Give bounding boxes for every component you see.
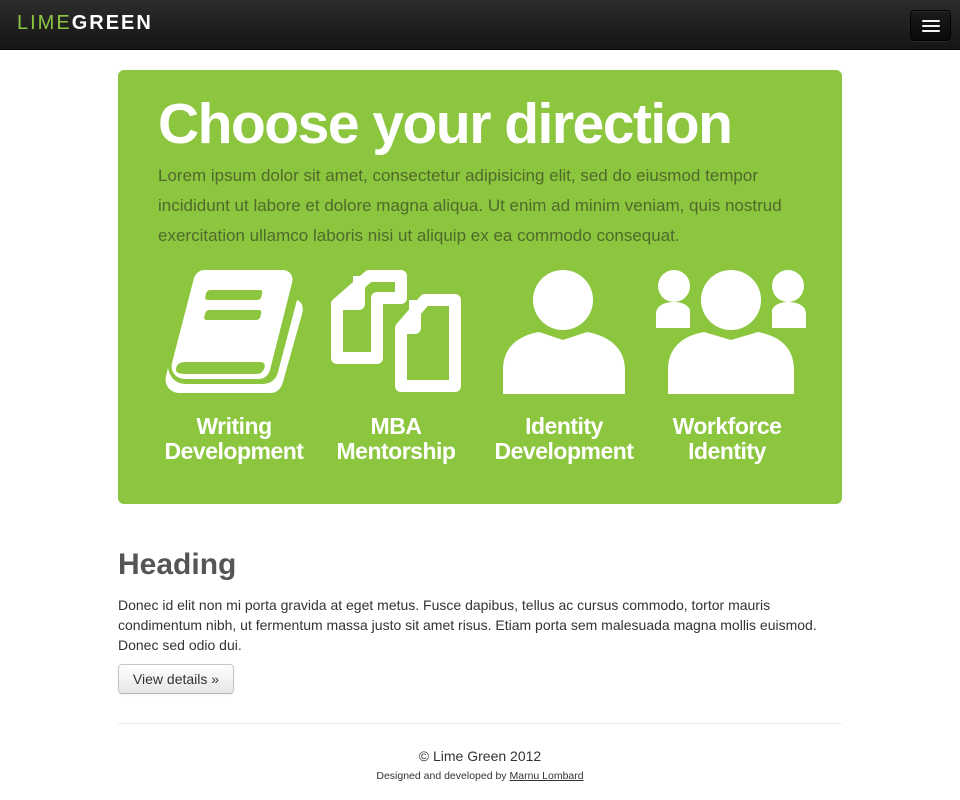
footer-divider <box>118 723 842 724</box>
book-icon <box>165 270 303 393</box>
brand-green-text: GREEN <box>71 12 153 34</box>
person-icon <box>503 270 625 394</box>
tile-label-line2: Development <box>494 438 634 464</box>
footer-credit: Designed and developed by Marnu Lombard <box>0 768 960 784</box>
hero-title: Choose your direction <box>158 92 733 156</box>
author-link[interactable]: Marnu Lombard <box>509 770 583 782</box>
tile-label-line2: Mentorship <box>336 438 456 464</box>
section-heading: Heading <box>118 548 237 581</box>
tile-workforce-identity[interactable]: Workforce Identity <box>656 270 806 464</box>
tile-label-line1: Workforce <box>672 413 782 439</box>
menu-toggle-button[interactable] <box>910 10 951 41</box>
hero-unit: Choose your direction Lorem ipsum dolor … <box>118 70 842 504</box>
brand-logo[interactable]: LIMEGREEN <box>17 12 153 34</box>
tile-label-line1: Identity <box>525 413 603 439</box>
tile-label-line2: Development <box>164 438 304 464</box>
tile-label-line1: Writing <box>196 413 272 439</box>
tile-label-line2: Identity <box>688 438 766 464</box>
group-icon <box>656 270 806 394</box>
credit-text: Designed and developed by <box>376 770 510 782</box>
documents-icon <box>331 270 461 392</box>
tile-label-line1: MBA <box>370 413 422 439</box>
tile-writing-development[interactable]: Writing Development <box>158 270 310 464</box>
section-text: Donec id elit non mi porta gravida at eg… <box>118 597 817 653</box>
footer-copyright: © Lime Green 2012 <box>418 748 542 764</box>
hero-text: Lorem ipsum dolor sit amet, consectetur … <box>158 166 782 245</box>
tile-mba-mentorship[interactable]: MBA Mentorship <box>326 270 466 464</box>
view-details-button[interactable]: View details » <box>118 664 234 694</box>
brand-lime-text: LIME <box>17 12 72 34</box>
tile-identity-development[interactable]: Identity Development <box>484 270 644 464</box>
top-navbar: LIMEGREEN <box>0 0 960 50</box>
